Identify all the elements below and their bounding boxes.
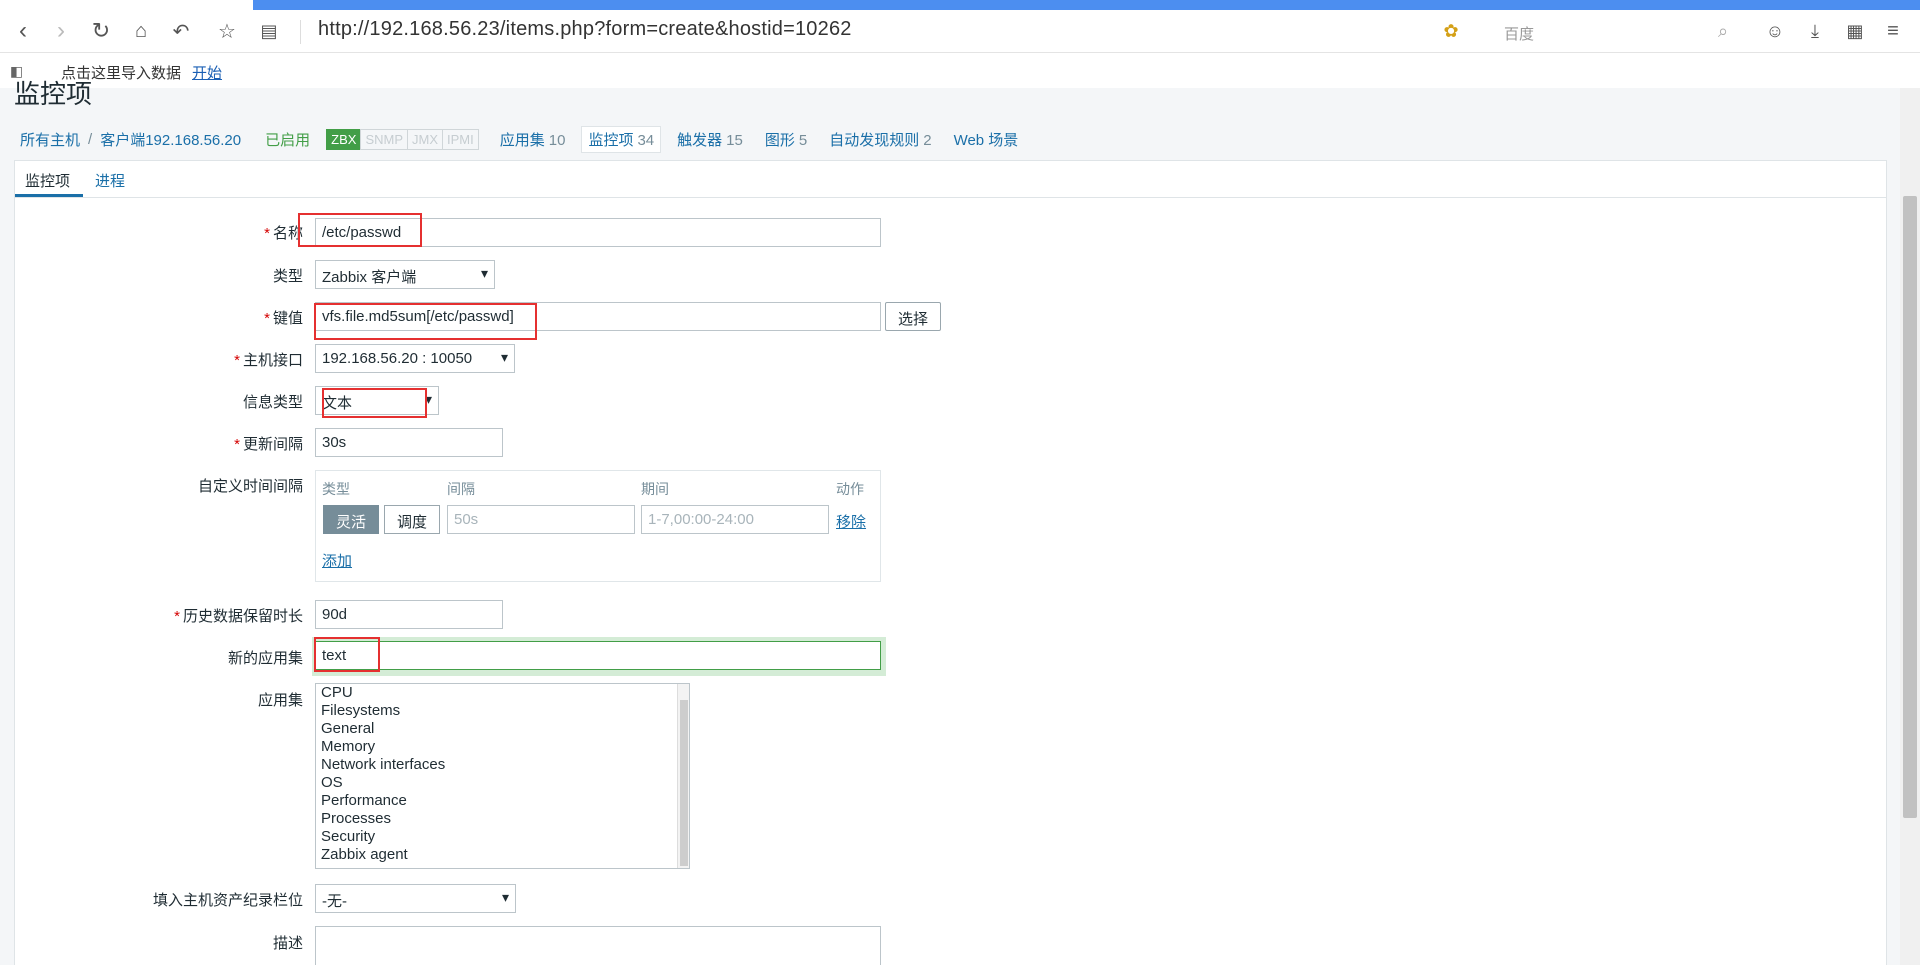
nav-graphs[interactable]: 图形 5: [765, 129, 807, 150]
list-item[interactable]: Filesystems: [321, 702, 684, 720]
update-interval-label: * 更新间隔: [234, 436, 303, 453]
nav-applications[interactable]: 应用集 10: [500, 129, 566, 150]
star-icon[interactable]: ☆: [212, 16, 242, 46]
info-type-label: 信息类型: [242, 394, 303, 411]
inventory-label: 填入主机资产纪录栏位: [152, 892, 303, 909]
list-item[interactable]: CPU: [321, 684, 684, 702]
history-label: * 历史数据保留时长: [174, 608, 303, 625]
active-tab-underline: [15, 194, 83, 197]
breadcrumb-separator: /: [88, 131, 93, 148]
browser-toolbar: ‹ › ↻ ⌂ ↶ ☆ ▤ http://192.168.56.23/items…: [0, 10, 1920, 53]
undo-icon[interactable]: ↶: [166, 16, 196, 46]
description-label: 描述: [272, 935, 303, 952]
search-box[interactable]: 百度: [1502, 18, 1742, 46]
name-input[interactable]: /etc/passwd: [315, 218, 881, 247]
key-label: * 键值: [264, 310, 303, 327]
menu-icon[interactable]: ≡: [1878, 16, 1908, 46]
update-interval-input[interactable]: 30s: [315, 428, 503, 457]
address-bar[interactable]: http://192.168.56.23/items.php?form=crea…: [318, 18, 852, 41]
form-tabs: 监控项 进程: [15, 161, 1886, 198]
custom-intervals-label: 自定义时间间隔: [197, 478, 303, 495]
list-item[interactable]: Network interfaces: [321, 756, 684, 774]
extension-icon[interactable]: ✿: [1436, 16, 1466, 46]
interval-input[interactable]: 50s: [447, 505, 635, 534]
key-input[interactable]: vfs.file.md5sum[/etc/passwd]: [315, 302, 881, 331]
new-application-input[interactable]: text: [315, 641, 881, 670]
list-item[interactable]: Security: [321, 828, 684, 846]
col-period: 期间: [641, 481, 669, 497]
page-scrollbar[interactable]: [1900, 88, 1920, 965]
type-select[interactable]: Zabbix 客户端: [315, 260, 495, 289]
new-application-label: 新的应用集: [227, 650, 303, 667]
active-tab-strip: [253, 0, 1920, 10]
description-textarea[interactable]: [315, 926, 881, 965]
page-content: 监控项 所有主机 / 客户端192.168.56.20 已启用 ZBX SNMP…: [0, 79, 1900, 965]
list-item[interactable]: Processes: [321, 810, 684, 828]
add-link[interactable]: 添加: [322, 550, 352, 571]
search-placeholder: 百度: [1504, 26, 1535, 43]
listbox-scroll-thumb[interactable]: [680, 700, 688, 866]
bookmark-bar: ◧ 点击这里导入数据 开始: [0, 54, 1920, 88]
user-icon[interactable]: ☺: [1760, 16, 1790, 46]
tab-item[interactable]: 监控项: [25, 170, 70, 191]
page-title: 监控项: [14, 79, 93, 109]
list-item[interactable]: Memory: [321, 738, 684, 756]
tab-preprocessing[interactable]: 进程: [95, 170, 125, 191]
apps-icon[interactable]: ▦: [1840, 16, 1870, 46]
applications-listbox[interactable]: CPU Filesystems General Memory Network i…: [315, 683, 690, 869]
home-icon[interactable]: ⌂: [126, 16, 156, 46]
breadcrumb: 所有主机 / 客户端192.168.56.20 已启用 ZBX SNMP JMX…: [20, 126, 1018, 153]
period-input[interactable]: 1-7,00:00-24:00: [641, 505, 829, 534]
back-icon[interactable]: ‹: [8, 16, 38, 46]
key-select-button[interactable]: 选择: [885, 302, 942, 331]
list-item[interactable]: OS: [321, 774, 684, 792]
type-label: 类型: [272, 268, 303, 285]
nav-discovery-rules[interactable]: 自动发现规则 2: [829, 129, 931, 150]
col-type: 类型: [322, 481, 350, 497]
url-separator: [300, 20, 301, 44]
import-start-link[interactable]: 开始: [192, 62, 222, 83]
badge-zbx: ZBX: [326, 129, 362, 150]
listbox-scrollbar[interactable]: [677, 684, 689, 868]
custom-intervals-box: 类型 间隔 期间 动作 灵活 调度 50s 1-7,00:00-24:00 移除…: [315, 470, 881, 582]
col-action: 动作: [836, 481, 864, 497]
remove-link[interactable]: 移除: [836, 511, 866, 532]
name-label: * 名称: [264, 225, 303, 242]
host-status[interactable]: 已启用: [265, 129, 310, 150]
info-type-select[interactable]: 文本: [315, 386, 439, 415]
inventory-select[interactable]: -无-: [315, 884, 516, 913]
nav-triggers[interactable]: 触发器 15: [677, 129, 743, 150]
list-item[interactable]: Zabbix agent: [321, 846, 684, 864]
segment-flexible[interactable]: 灵活: [323, 505, 380, 534]
nav-items[interactable]: 监控项 34: [581, 126, 662, 153]
interface-select[interactable]: 192.168.56.20 : 10050: [315, 344, 515, 373]
search-icon[interactable]: ⌕: [1708, 16, 1738, 46]
badge-ipmi: IPMI: [442, 129, 479, 150]
history-input[interactable]: 90d: [315, 600, 503, 629]
scrollbar-thumb[interactable]: [1903, 196, 1917, 818]
interface-label: * 主机接口: [234, 352, 303, 369]
list-item[interactable]: Performance: [321, 792, 684, 810]
nav-web-scenarios[interactable]: Web 场景: [954, 129, 1019, 150]
reader-icon[interactable]: ▤: [254, 16, 284, 46]
forward-icon[interactable]: ›: [46, 16, 76, 46]
applications-label: 应用集: [257, 692, 303, 709]
breadcrumb-all-hosts[interactable]: 所有主机: [20, 129, 80, 150]
list-item[interactable]: General: [321, 720, 684, 738]
segment-scheduling[interactable]: 调度: [384, 505, 441, 534]
breadcrumb-host[interactable]: 客户端192.168.56.20: [100, 129, 241, 150]
badge-snmp: SNMP: [360, 129, 408, 150]
download-icon[interactable]: ⤓: [1800, 16, 1830, 46]
badge-jmx: JMX: [407, 129, 443, 150]
reload-icon[interactable]: ↻: [86, 16, 116, 46]
col-interval: 间隔: [447, 481, 475, 497]
browser-top-strip: [0, 0, 1920, 10]
